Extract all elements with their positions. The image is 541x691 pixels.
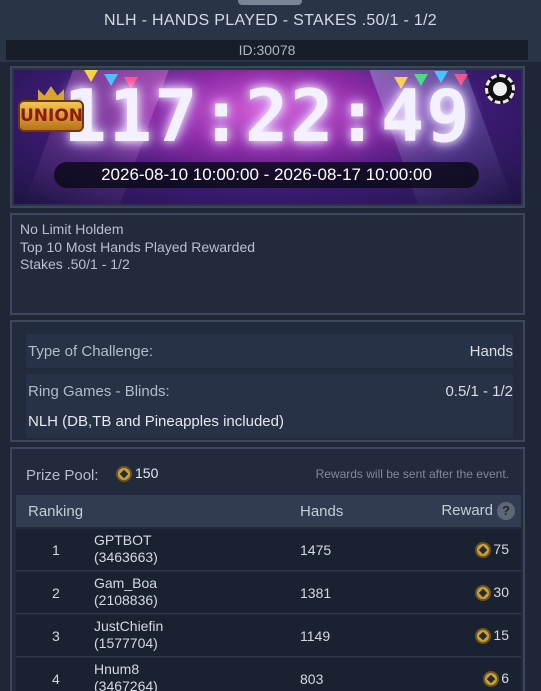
union-logo: UNION — [18, 86, 84, 146]
prize-pool-amount: 150 — [116, 465, 159, 483]
col-hands: Hands — [300, 503, 344, 520]
row-hands: 1149 — [300, 628, 331, 644]
coin-icon — [116, 466, 132, 483]
description-line: No Limit Holdem — [20, 221, 124, 237]
blinds-row: Ring Games - Blinds: 0.5/1 - 1/2 — [26, 374, 513, 408]
row-reward: 30 — [475, 584, 509, 602]
reward-value: 6 — [501, 670, 509, 686]
row-reward: 75 — [475, 541, 509, 559]
row-hands: 803 — [300, 671, 324, 687]
blinds-value: 0.5/1 - 1/2 — [445, 383, 513, 400]
prize-pool-label: Prize Pool: — [26, 467, 99, 484]
row-hands: 1381 — [300, 585, 332, 601]
col-ranking: Ranking — [28, 503, 84, 520]
row-rank: 1 — [52, 542, 60, 558]
coin-icon — [475, 585, 492, 602]
leaderboard-row[interactable]: 4 Hnum8 (3467264) 803 6 — [16, 658, 521, 691]
player-name: JustChiefin — [94, 618, 164, 634]
page-title: NLH - HANDS PLAYED - STAKES .50/1 - 1/2 — [104, 12, 437, 29]
drag-handle[interactable] — [238, 0, 302, 5]
blinds-label: Ring Games - Blinds: — [28, 383, 170, 400]
reward-value: 75 — [493, 541, 509, 557]
countdown-timer: 117:22:49 — [63, 74, 472, 158]
leaderboard-row[interactable]: 2 Gam_Boa (2108836) 1381 30 — [16, 572, 521, 614]
rewards-note: Rewards will be sent after the event. — [315, 467, 509, 481]
player-id: (3467264) — [94, 678, 158, 691]
help-icon[interactable]: ? — [497, 502, 515, 521]
description-line: Top 10 Most Hands Played Rewarded — [20, 238, 256, 255]
row-rank: 4 — [52, 671, 60, 687]
row-rank: 2 — [52, 585, 60, 601]
row-player: GPTBOT (3463663) — [94, 532, 158, 566]
player-name: Hnum8 — [94, 661, 140, 677]
prize-pool-value: 150 — [135, 465, 159, 481]
game-note-row: NLH (DB,TB and Pineapples included) — [26, 406, 513, 438]
leaderboard-row[interactable]: 3 JustChiefin (1577704) 1149 15 — [16, 615, 521, 657]
challenge-type-row: Type of Challenge: Hands — [26, 334, 513, 368]
row-player: Hnum8 (3467264) — [94, 661, 158, 691]
leaderboard-row[interactable]: 1 GPTBOT (3463663) 1475 75 — [16, 529, 521, 571]
row-player: JustChiefin (1577704) — [94, 618, 163, 652]
player-name: GPTBOT — [94, 532, 152, 548]
logo-text: UNION — [18, 100, 84, 132]
prize-panel: Prize Pool: 150 Rewards will be sent aft… — [10, 447, 525, 691]
game-note: NLH (DB,TB and Pineapples included) — [28, 413, 284, 430]
reward-value: 15 — [493, 627, 509, 643]
player-id: (3463663) — [94, 549, 158, 565]
player-id: (2108836) — [94, 592, 158, 608]
col-reward-label: Reward — [441, 502, 493, 519]
row-rank: 3 — [52, 628, 60, 644]
player-id: (1577704) — [94, 635, 158, 651]
row-reward: 15 — [475, 627, 509, 645]
carousel-dots — [222, 196, 312, 200]
coin-icon — [475, 542, 492, 559]
description-line: Stakes .50/1 - 1/2 — [20, 256, 130, 272]
event-description: No Limit Holdem Top 10 Most Hands Played… — [10, 213, 525, 315]
event-banner: 117:22:49 UNION 2026-08-10 10:00:00 - 20… — [14, 70, 521, 204]
coin-icon — [483, 671, 500, 688]
player-name: Gam_Boa — [94, 575, 158, 591]
event-id: ID:30078 — [6, 40, 528, 60]
row-reward: 6 — [483, 670, 509, 688]
leaderboard-header: Ranking Hands Reward? — [16, 495, 521, 527]
challenge-type-value: Hands — [469, 343, 513, 360]
coin-icon — [475, 628, 492, 645]
row-player: Gam_Boa (2108836) — [94, 575, 158, 609]
col-reward: Reward? — [441, 502, 515, 521]
challenge-info-panel: Type of Challenge: Hands Ring Games - Bl… — [10, 320, 525, 442]
challenge-type-label: Type of Challenge: — [28, 343, 154, 360]
row-hands: 1475 — [300, 542, 332, 558]
event-date-range: 2026-08-10 10:00:00 - 2026-08-17 10:00:0… — [54, 162, 479, 188]
poker-chip-icon — [485, 74, 515, 104]
reward-value: 30 — [493, 584, 509, 600]
